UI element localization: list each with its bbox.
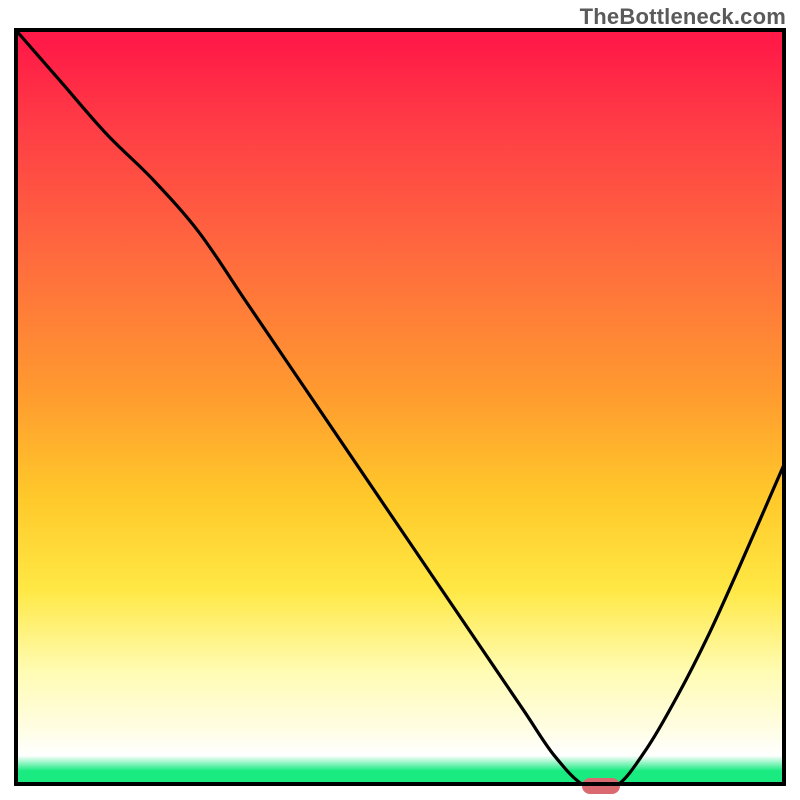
watermark-text: TheBottleneck.com (580, 4, 786, 30)
chart-frame (14, 28, 786, 786)
chart-gradient-background (14, 28, 786, 786)
